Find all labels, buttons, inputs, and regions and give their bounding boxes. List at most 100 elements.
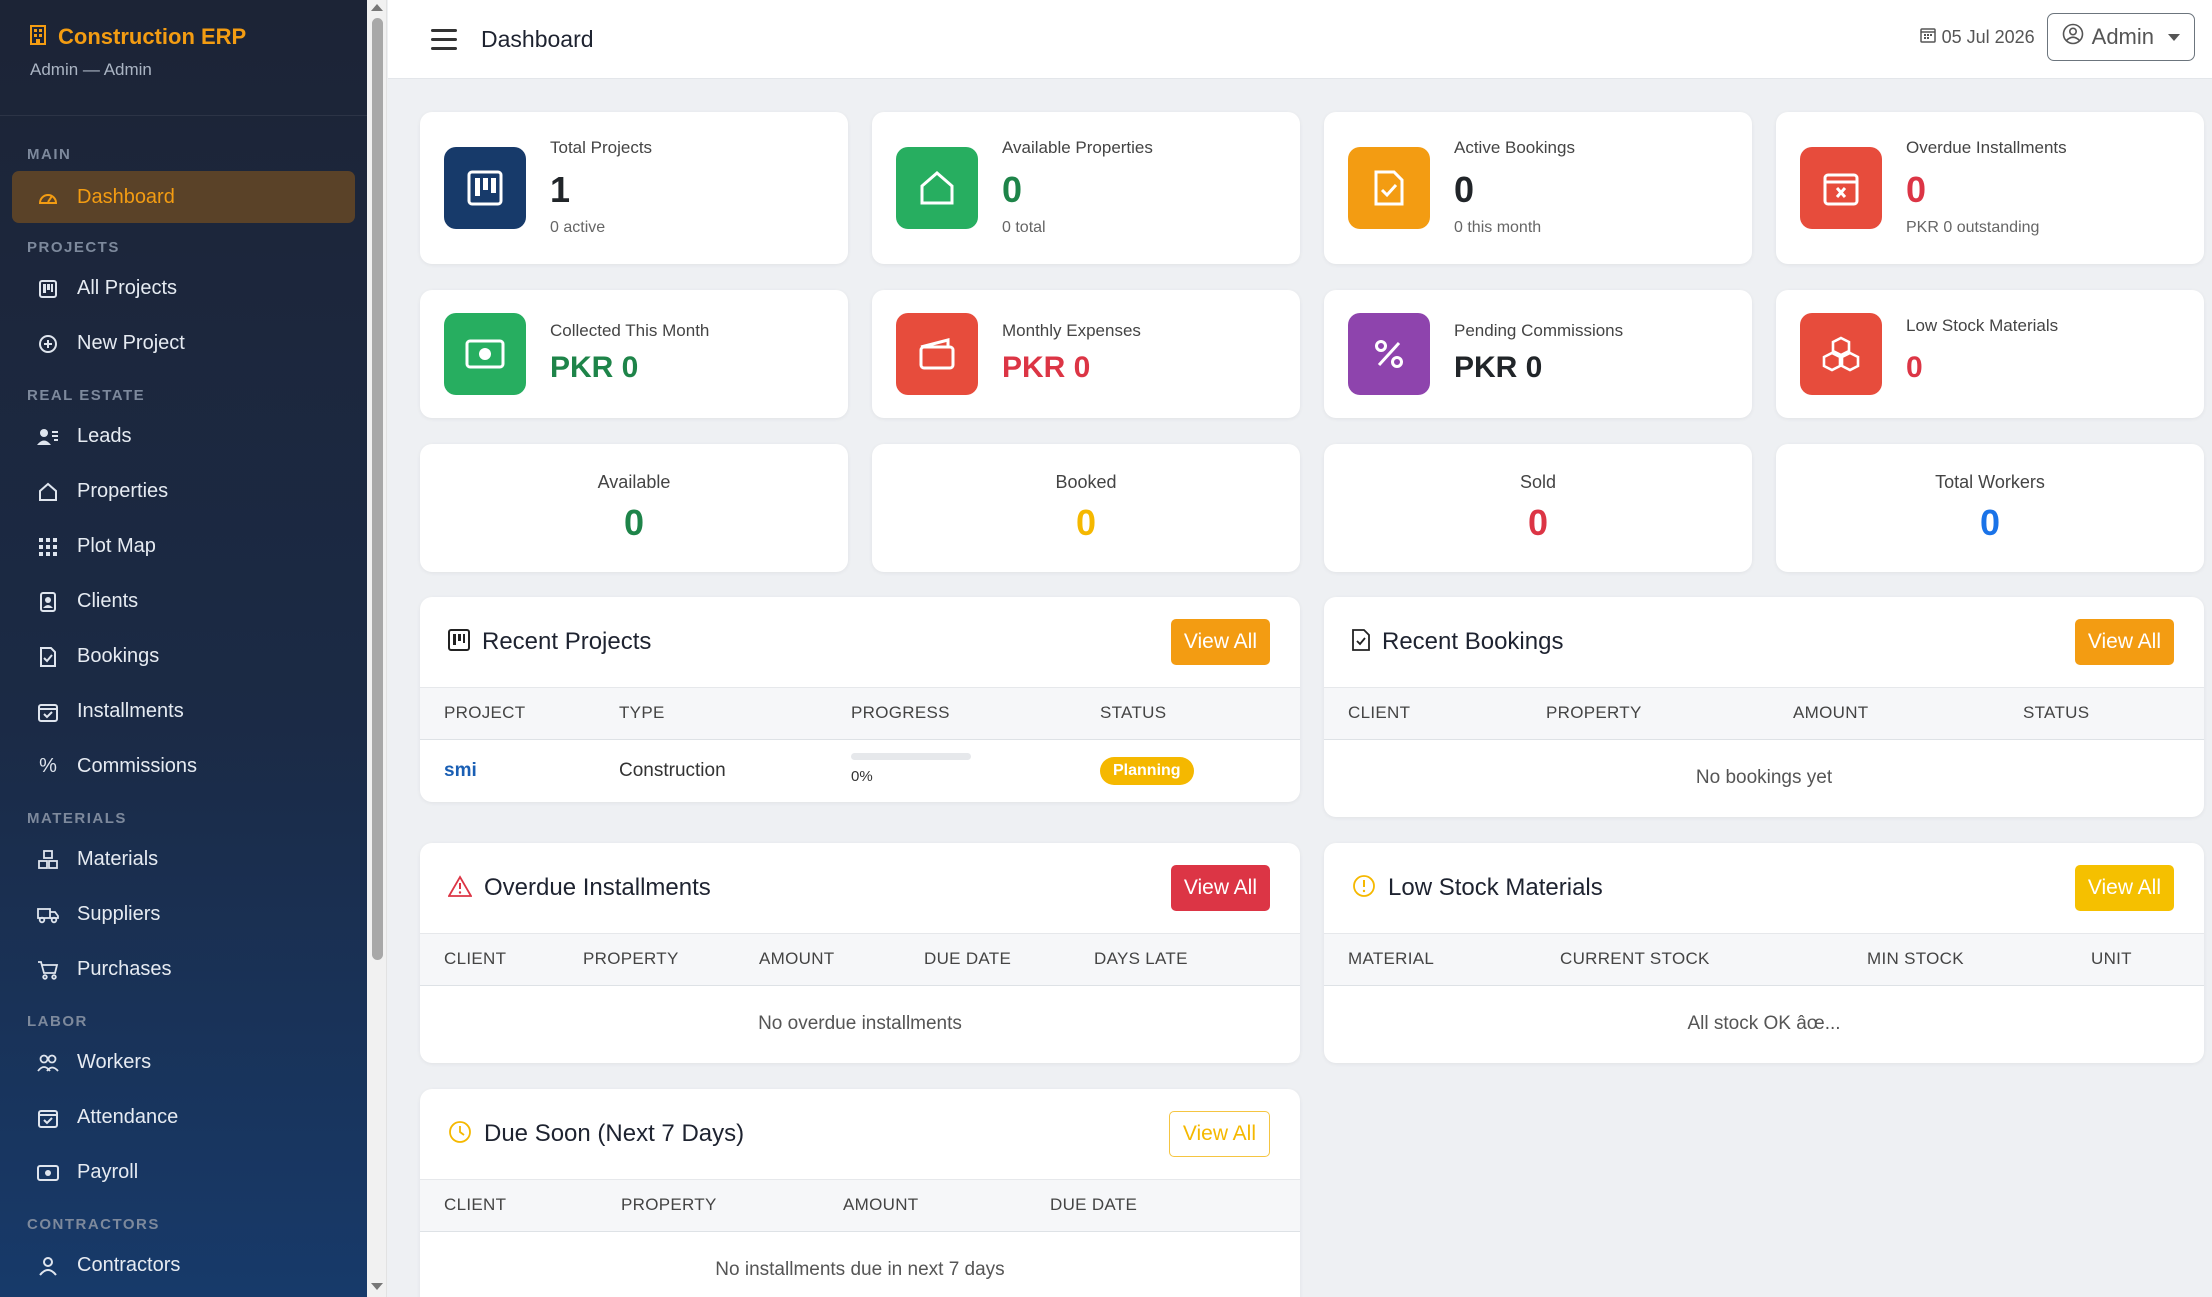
sidebar-item-materials[interactable]: Materials	[0, 832, 367, 887]
summary-label: Sold	[1519, 472, 1557, 492]
plus-circle-icon	[37, 333, 59, 355]
summary-card-booked: Booked 0	[872, 444, 1300, 572]
column-header: PROPERTY	[621, 1195, 717, 1214]
sidebar-item-installments[interactable]: Installments	[0, 684, 367, 739]
sidebar-item-contractors[interactable]: Contractors	[0, 1238, 367, 1293]
table-row[interactable]: smi Construction 0% Planning	[420, 740, 1300, 802]
people-icon	[37, 1052, 59, 1074]
sidebar-item-label: Bookings	[77, 645, 160, 667]
kanban-icon	[448, 628, 470, 656]
summary-card-sold: Sold 0	[1324, 444, 1752, 572]
sidebar-item-commissions[interactable]: % Commissions	[0, 739, 367, 794]
truck-icon	[37, 904, 59, 926]
stat-card-pending-commissions: Pending Commissions PKR 0	[1324, 290, 1752, 418]
sidebar-item-workers[interactable]: Workers	[0, 1035, 367, 1090]
view-all-button[interactable]: View All	[2074, 865, 2174, 911]
chevron-down-icon	[2168, 33, 2180, 41]
column-header: PROPERTY	[1546, 703, 1642, 722]
stat-value: 0	[1906, 351, 1923, 384]
panel-title: Overdue Installments	[484, 874, 711, 901]
sidebar-item-all-projects[interactable]: All Projects	[0, 261, 367, 316]
summary-value: 0	[1527, 502, 1549, 543]
top-bar: Dashboard 05 Jul 2026 Admin	[388, 0, 2212, 79]
clock-icon	[448, 1120, 472, 1149]
table-header: PROJECT TYPE PROGRESS STATUS	[420, 688, 1300, 740]
view-all-button[interactable]: View All	[2074, 619, 2174, 665]
sidebar-item-label: Commissions	[77, 755, 198, 777]
view-all-button[interactable]: View All	[1170, 619, 1270, 665]
grid-icon	[37, 536, 59, 558]
sidebar-item-dashboard[interactable]: Dashboard	[12, 171, 355, 223]
stat-card-collected-this-month: Collected This Month PKR 0	[420, 290, 848, 418]
stat-label: Available Properties	[1002, 138, 1153, 157]
stat-label: Collected This Month	[550, 321, 710, 340]
sidebar-item-properties[interactable]: Properties	[0, 464, 367, 519]
boxes-icon	[1800, 313, 1882, 395]
sidebar-item-bookings[interactable]: Bookings	[0, 629, 367, 684]
column-header: UNIT	[2091, 949, 2132, 968]
column-header: MATERIAL	[1348, 949, 1435, 968]
scroll-thumb[interactable]	[372, 18, 383, 960]
stat-card-total-projects: Total Projects 1 0 active	[420, 112, 848, 264]
stat-value: 0	[1454, 169, 1475, 210]
stat-label: Pending Commissions	[1454, 321, 1624, 340]
sidebar-item-purchases[interactable]: Purchases	[0, 942, 367, 997]
column-header: AMOUNT	[1793, 703, 1869, 722]
scroll-down-arrow[interactable]	[371, 1283, 383, 1290]
column-header: PROJECT	[444, 703, 526, 722]
sidebar-item-plot-map[interactable]: Plot Map	[0, 519, 367, 574]
speedometer-icon	[37, 186, 59, 208]
sidebar-item-label: Materials	[77, 848, 159, 870]
user-menu-button[interactable]: Admin	[2046, 13, 2195, 61]
brand-subtitle: Admin — Admin	[30, 60, 152, 79]
column-header: AMOUNT	[843, 1195, 919, 1214]
stat-label: Overdue Installments	[1906, 138, 2067, 157]
sidebar-item-suppliers[interactable]: Suppliers	[0, 887, 367, 942]
stat-label: Total Projects	[550, 138, 653, 157]
column-header: DUE DATE	[1050, 1195, 1138, 1214]
stat-value: 1	[550, 169, 571, 210]
nav-section-contractors: CONTRACTORS	[27, 1215, 160, 1233]
stat-value: PKR 0	[1454, 351, 1543, 384]
sidebar-item-clients[interactable]: Clients	[0, 574, 367, 629]
stat-label: Low Stock Materials	[1906, 316, 2059, 335]
empty-message: All stock OK âœ...	[1687, 1013, 1841, 1034]
view-all-button[interactable]: View All	[1168, 1111, 1270, 1157]
low-stock-panel: Low Stock Materials View All MATERIAL CU…	[1324, 843, 2204, 1063]
sidebar-item-label: Purchases	[77, 958, 172, 980]
hamburger-menu-icon[interactable]	[431, 28, 457, 50]
stat-value: 0	[1002, 169, 1023, 210]
calendar-x-icon	[1800, 147, 1882, 229]
file-check-icon	[1352, 628, 1370, 656]
project-link[interactable]: smi	[444, 760, 477, 782]
sidebar-item-label: All Projects	[77, 277, 178, 299]
sidebar-item-leads[interactable]: Leads	[0, 409, 367, 464]
file-check-icon	[1348, 147, 1430, 229]
sidebar-item-label: Contractors	[77, 1254, 181, 1276]
page-title: Dashboard	[481, 25, 594, 52]
house-icon	[896, 147, 978, 229]
stat-card-monthly-expenses: Monthly Expenses PKR 0	[872, 290, 1300, 418]
view-all-button[interactable]: View All	[1170, 865, 1270, 911]
column-header: DUE DATE	[924, 949, 1012, 968]
stat-sub: 0 active	[550, 219, 606, 236]
building-icon	[30, 24, 46, 50]
stat-value: PKR 0	[1002, 351, 1091, 384]
sidebar-scrollbar[interactable]	[367, 0, 387, 1297]
current-date: 05 Jul 2026	[1919, 27, 2035, 48]
person-circle-icon	[2062, 23, 2084, 51]
column-header: AMOUNT	[759, 949, 835, 968]
sidebar-item-label: Plot Map	[77, 535, 156, 557]
sidebar-item-payroll[interactable]: Payroll	[0, 1145, 367, 1200]
column-header: PROGRESS	[851, 703, 950, 722]
sidebar-item-new-project[interactable]: New Project	[0, 316, 367, 371]
column-header: PROPERTY	[583, 949, 679, 968]
stat-card-available-properties: Available Properties 0 0 total	[872, 112, 1300, 264]
percent-icon: %	[39, 755, 57, 777]
summary-label: Booked	[1055, 472, 1117, 492]
sidebar-item-attendance[interactable]: Attendance	[0, 1090, 367, 1145]
sidebar-item-label: Attendance	[77, 1106, 179, 1128]
sidebar-item-label: Dashboard	[77, 185, 175, 208]
scroll-up-arrow[interactable]	[371, 4, 383, 11]
person-lines-icon	[37, 426, 59, 448]
